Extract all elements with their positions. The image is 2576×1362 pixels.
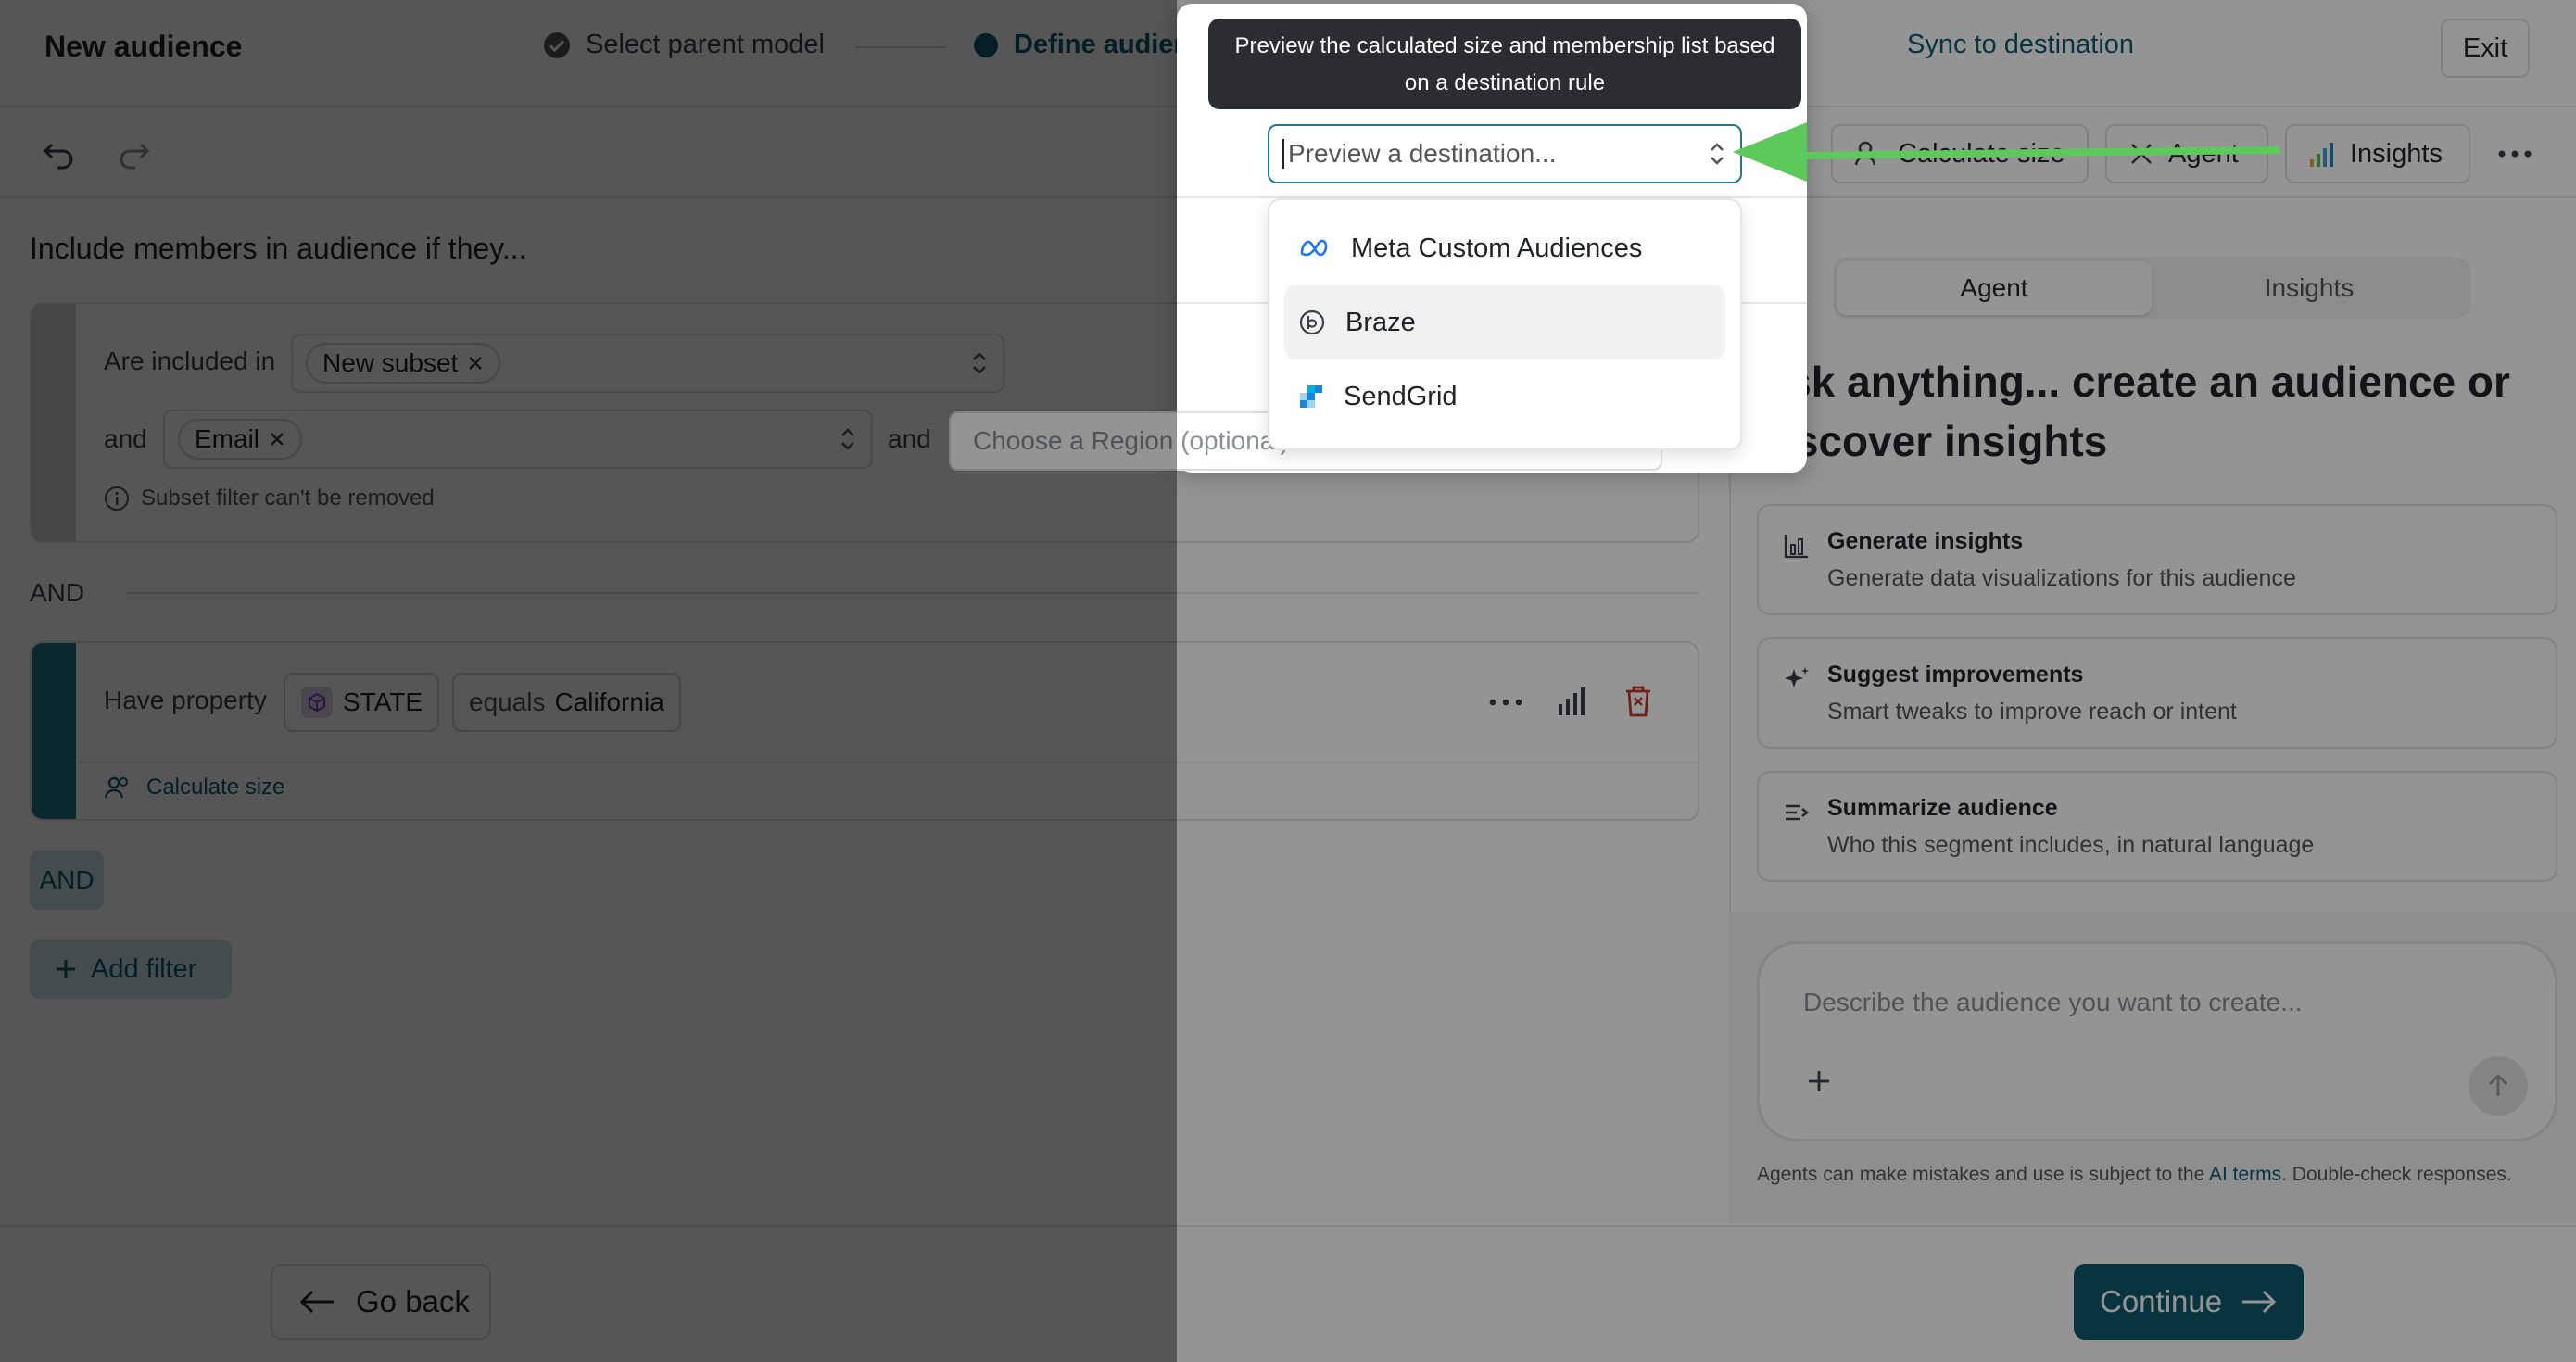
send-button[interactable] — [2469, 1056, 2528, 1116]
step-label: Sync to destination — [1907, 30, 2135, 59]
card-divider — [76, 762, 1698, 763]
annotation-arrow-icon — [1725, 115, 2281, 189]
check-circle-icon — [543, 32, 571, 59]
meta-icon — [1299, 237, 1331, 259]
suggestion-suggest-improvements[interactable]: Suggest improvements Smart tweaks to imp… — [1757, 637, 2557, 749]
insights-button[interactable]: Insights — [2285, 124, 2470, 183]
more-options-icon[interactable] — [1488, 686, 1523, 719]
plus-icon — [54, 957, 78, 981]
arrow-up-icon — [2484, 1072, 2512, 1100]
preview-destination-select[interactable]: Preview a destination... — [1268, 124, 1742, 183]
bar-chart-icon — [2307, 139, 2337, 169]
sparkle-icon — [1783, 665, 1811, 693]
undo-icon[interactable] — [41, 135, 78, 172]
condition-chip[interactable]: equals California — [452, 673, 681, 732]
sendgrid-icon — [1299, 385, 1323, 409]
braze-icon — [1299, 309, 1325, 335]
builder-heading: Include members in audience if they... — [30, 232, 527, 265]
tab-insights[interactable]: Insights — [2152, 261, 2467, 315]
close-icon[interactable] — [467, 355, 484, 372]
go-back-button[interactable]: Go back — [271, 1264, 491, 1340]
property-chip[interactable]: STATE — [284, 673, 440, 732]
disclaimer: Agents can make mistakes and use is subj… — [1757, 1164, 2512, 1185]
chat-input-box[interactable] — [1757, 941, 2557, 1141]
step-select-parent-model[interactable]: Select parent model — [543, 30, 825, 60]
subset-note: Subset filter can't be removed — [104, 486, 435, 511]
page-title: New audience — [44, 30, 243, 63]
tooltip: Preview the calculated size and membersh… — [1208, 19, 1801, 109]
suggestion-summarize-audience[interactable]: Summarize audience Who this segment incl… — [1757, 771, 2557, 882]
calculate-size-link[interactable]: Calculate size — [104, 775, 284, 801]
step-label: Select parent model — [586, 30, 825, 59]
more-options-icon[interactable] — [2496, 137, 2533, 170]
and-separator: AND — [30, 578, 85, 607]
option-braze[interactable]: Braze — [1284, 285, 1725, 359]
rule-bar — [32, 643, 76, 819]
plus-icon[interactable] — [1805, 1067, 1833, 1095]
continue-button[interactable]: Continue — [2074, 1264, 2304, 1340]
property-label: Have property — [104, 686, 267, 714]
close-icon[interactable] — [269, 431, 285, 448]
destination-dropdown: Meta Custom Audiences Braze SendGrid — [1268, 198, 1742, 450]
and-label: and — [888, 424, 931, 453]
trash-icon[interactable] — [1623, 684, 1653, 719]
ask-heading: Ask anything... create an audience or di… — [1757, 358, 2510, 465]
chevron-updown-icon — [969, 349, 990, 377]
chevron-updown-icon — [838, 425, 858, 453]
active-step-dot-icon — [973, 32, 999, 58]
arrow-right-icon — [2241, 1288, 2278, 1316]
and-button[interactable]: AND — [30, 851, 104, 910]
panel-tabs: Agent Insights — [1833, 258, 2470, 319]
redo-icon[interactable] — [115, 135, 152, 172]
subset-chip[interactable]: New subset — [306, 343, 501, 384]
chevron-updown-icon — [1707, 140, 1727, 168]
rule-bar — [32, 304, 76, 541]
and-label: and — [104, 424, 147, 453]
chat-input[interactable]: Describe the audience you want to create… — [1803, 988, 2303, 1017]
step-connector — [854, 46, 947, 48]
arrow-left-icon — [298, 1288, 335, 1316]
included-label: Are included in — [104, 347, 276, 375]
email-select[interactable]: Email — [163, 410, 873, 469]
signal-bars-icon[interactable] — [1557, 686, 1586, 717]
cube-icon — [300, 686, 334, 719]
info-icon — [104, 486, 130, 511]
add-filter-button[interactable]: Add filter — [30, 940, 232, 999]
option-sendgrid[interactable]: SendGrid — [1284, 359, 1725, 434]
chart-icon — [1783, 532, 1811, 560]
suggestion-generate-insights[interactable]: Generate insights Generate data visualiz… — [1757, 504, 2557, 615]
step-sync-to-destination[interactable]: Sync to destination — [1907, 30, 2134, 60]
subset-select[interactable]: New subset — [291, 334, 1004, 393]
option-meta-custom-audiences[interactable]: Meta Custom Audiences — [1284, 211, 1725, 285]
email-chip[interactable]: Email — [178, 419, 303, 460]
users-icon — [104, 775, 132, 801]
separator-line — [124, 592, 1699, 594]
text-caret — [1282, 139, 1284, 169]
ai-terms-link[interactable]: AI terms — [2209, 1164, 2281, 1185]
exit-button[interactable]: Exit — [2441, 19, 2530, 78]
summarize-icon — [1783, 799, 1811, 826]
tab-agent[interactable]: Agent — [1837, 261, 2152, 315]
